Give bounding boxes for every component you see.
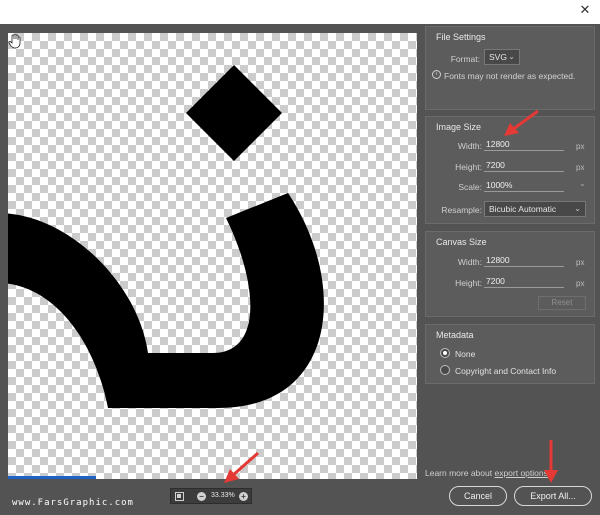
left-edge (0, 24, 8, 489)
format-label: Format: (450, 54, 480, 64)
metadata-none-label[interactable]: None (455, 349, 475, 359)
canvas-height-label: Height: (455, 278, 482, 288)
watermark-text: www.FarsGraphic.com (12, 498, 134, 508)
resample-value: Bicubic Automatic (489, 204, 557, 214)
diamond-dot-shape (186, 65, 282, 161)
resample-label: Resample: (441, 205, 482, 215)
learn-more-text: Learn more about export options (425, 468, 548, 478)
canvas-size-panel: Canvas Size Width: 12800 px Height: 7200… (425, 231, 595, 317)
fonts-notice: Fonts may not render as expected. (444, 71, 576, 81)
file-settings-panel: File Settings Format: SVG ⌄ i Fonts may … (425, 26, 595, 110)
metadata-title: Metadata (436, 330, 474, 340)
resample-select[interactable]: Bicubic Automatic ⌄ (484, 201, 586, 217)
preview-canvas[interactable] (8, 33, 417, 479)
zoom-in-icon[interactable]: + (239, 492, 248, 501)
zoom-control: − 33.33% + (170, 488, 252, 504)
cancel-button[interactable]: Cancel (449, 486, 507, 506)
metadata-copyright-radio[interactable] (440, 365, 450, 375)
format-value: SVG (489, 52, 507, 62)
scale-label: Scale: (458, 182, 482, 192)
export-options-link[interactable]: export options (494, 468, 547, 478)
metadata-panel: Metadata None Copyright and Contact Info (425, 324, 595, 384)
watermark-accent-bar (8, 476, 96, 479)
export-all-button[interactable]: Export All... (514, 486, 592, 506)
learn-more-prefix: Learn more about (425, 468, 495, 478)
image-height-unit: px (576, 163, 585, 172)
image-width-unit: px (576, 142, 585, 151)
zoom-value: 33.33% (211, 492, 235, 499)
canvas-size-title: Canvas Size (436, 237, 487, 247)
reset-button[interactable]: Reset (538, 296, 586, 310)
image-width-input[interactable]: 12800 (484, 138, 564, 151)
canvas-width-unit: px (576, 258, 585, 267)
glyph-stroke-shape (8, 193, 324, 408)
chevron-down-icon: ⌄ (574, 204, 581, 213)
zoom-out-icon[interactable]: − (197, 492, 206, 501)
scale-input[interactable]: 1000% (484, 179, 564, 192)
canvas-height-unit: px (576, 279, 585, 288)
info-icon: i (432, 70, 441, 79)
hand-icon[interactable] (8, 33, 22, 49)
canvas-width-label: Width: (457, 257, 482, 267)
close-icon[interactable]: ✕ (578, 4, 592, 18)
image-height-label: Height: (455, 162, 482, 172)
image-height-input[interactable]: 7200 (484, 159, 564, 172)
canvas-height-input[interactable]: 7200 (484, 275, 564, 288)
fit-to-screen-icon[interactable] (175, 492, 184, 501)
image-size-title: Image Size (436, 122, 482, 132)
image-width-label: Width: (457, 141, 482, 151)
artwork-glyph (8, 65, 324, 408)
metadata-copyright-label[interactable]: Copyright and Contact Info (455, 366, 556, 376)
metadata-none-radio[interactable] (440, 348, 450, 358)
format-select[interactable]: SVG ⌄ (484, 49, 520, 65)
image-size-panel: Image Size Width: 12800 px Height: 7200 … (425, 116, 595, 224)
title-bar: ✕ (0, 0, 600, 24)
file-settings-title: File Settings (436, 32, 486, 42)
canvas-width-input[interactable]: 12800 (484, 254, 564, 267)
chevron-down-icon: ⌄ (508, 52, 515, 61)
scale-chevron-down-icon[interactable]: ⌄ (579, 179, 586, 188)
